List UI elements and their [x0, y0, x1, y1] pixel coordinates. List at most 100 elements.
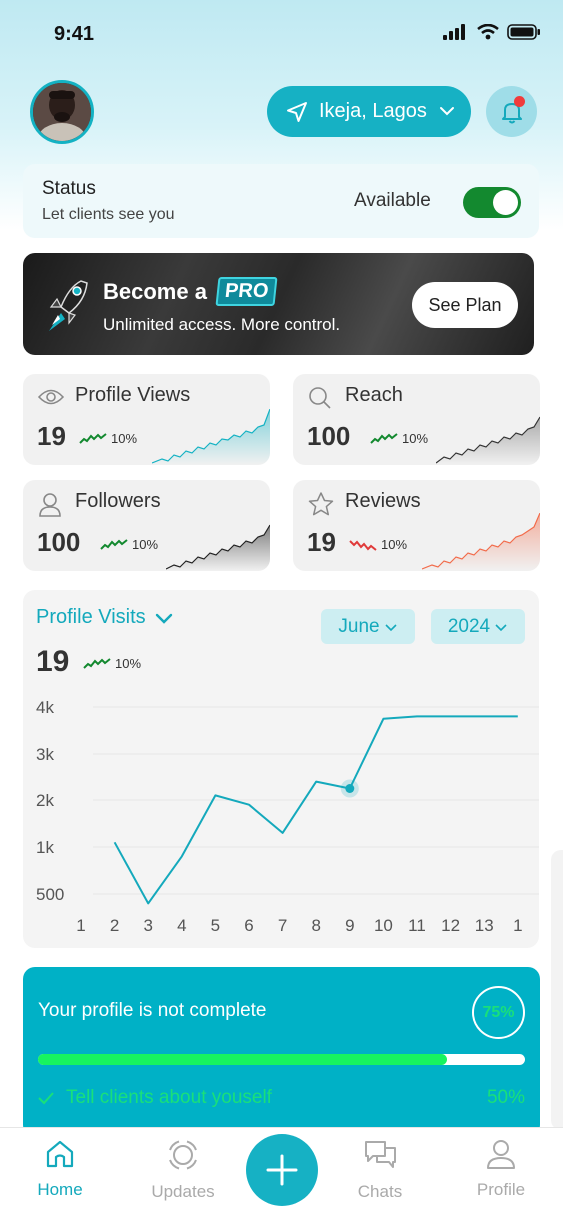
x-tick-label: 3	[143, 916, 152, 935]
x-tick-label: 4	[177, 916, 186, 935]
clock: 9:41	[54, 23, 95, 45]
chat-bubbles-icon	[365, 1141, 396, 1168]
completion-task-percent: 50%	[486, 1087, 525, 1108]
status-bar: 9:41	[0, 0, 563, 70]
profile-completion-card[interactable]: Your profile is not complete 75% Tell cl…	[23, 967, 540, 1137]
star-icon	[308, 492, 334, 516]
stat-trend: 10%	[100, 537, 158, 552]
availability-card: Status Let clients see you Available	[23, 164, 539, 238]
trend-up-icon	[79, 432, 107, 444]
see-plan-button[interactable]: See Plan	[412, 282, 518, 328]
pro-upgrade-banner: Become a PRO Unlimited access. More cont…	[23, 253, 534, 355]
x-tick-label: 8	[311, 916, 320, 935]
location-selector[interactable]: Ikeja, Lagos	[267, 86, 471, 137]
availability-label: Available	[354, 190, 431, 211]
nav-profile[interactable]: Profile	[456, 1138, 546, 1200]
chevron-down-icon	[440, 107, 454, 116]
notifications-button[interactable]	[486, 86, 537, 137]
toggle-knob	[493, 190, 518, 215]
plus-icon	[266, 1154, 298, 1186]
stat-label: Reviews	[345, 490, 421, 512]
status-title: Status	[42, 178, 96, 199]
pro-title-text: Become a	[103, 278, 207, 304]
signal-icon	[443, 24, 465, 40]
stat-card-reviews[interactable]: Reviews 19 10%	[293, 480, 540, 571]
stat-value: 100	[37, 527, 81, 557]
profile-visits-card: Profile Visits June 2024 19 10% 4k 3k 2k 1k…	[23, 590, 539, 948]
pro-subtitle: Unlimited access. More control.	[103, 315, 341, 334]
wifi-icon	[477, 24, 499, 40]
nav-profile-label: Profile	[476, 1180, 526, 1199]
trend-up-icon	[100, 538, 128, 550]
x-tick-label: 1	[513, 916, 522, 935]
sparkline	[166, 524, 270, 571]
avatar[interactable]	[30, 80, 94, 144]
notification-dot	[514, 96, 525, 107]
stat-value: 100	[307, 421, 351, 451]
nav-chats[interactable]: Chats	[335, 1138, 425, 1202]
rocket-icon	[49, 280, 88, 331]
availability-toggle[interactable]	[463, 187, 521, 218]
highlight-point	[345, 784, 355, 793]
user-icon	[39, 493, 61, 517]
stat-trend: 10%	[370, 431, 428, 446]
add-button[interactable]	[246, 1134, 318, 1206]
stat-value: 19	[307, 527, 336, 557]
stat-trend-value: 10%	[111, 431, 138, 446]
navigation-arrow-icon	[287, 101, 307, 122]
nav-updates[interactable]: Updates	[138, 1138, 228, 1202]
completion-progress-fill	[38, 1054, 448, 1065]
system-icons	[443, 24, 541, 40]
trend-up-icon	[370, 432, 398, 444]
search-icon	[309, 387, 331, 409]
battery-icon	[507, 24, 540, 40]
nav-home-label: Home	[37, 1180, 83, 1199]
completion-percent-badge: 75%	[472, 986, 525, 1039]
sparkline	[152, 409, 270, 465]
stat-trend: 10%	[349, 537, 407, 552]
stat-card-profile-views[interactable]: Profile Views 19 10%	[23, 374, 270, 465]
visits-line-chart[interactable]: 4k3k2k1k5001 2 3 4 5 6 7 8 9 10 11 12 13 1	[23, 590, 539, 948]
stat-label: Profile Views	[75, 384, 191, 406]
updates-icon	[169, 1140, 197, 1170]
side-drawer-handle[interactable]	[551, 850, 563, 1130]
nav-chats-label: Chats	[357, 1182, 403, 1201]
stat-label: Reach	[345, 384, 403, 406]
sparkline	[422, 513, 540, 571]
location-label: Ikeja, Lagos	[319, 100, 427, 122]
x-tick-label: 13	[475, 916, 494, 935]
check-icon	[38, 1092, 54, 1105]
stat-trend-value: 10%	[381, 537, 408, 552]
x-tick-label: 2	[110, 916, 119, 935]
pro-badge: PRO	[215, 277, 278, 306]
x-tick-label: 7	[278, 916, 287, 935]
y-tick-label: 1k	[36, 838, 54, 857]
pro-title: Become a PRO	[103, 277, 278, 306]
profile-icon	[487, 1140, 515, 1169]
completion-task[interactable]: Tell clients about youself	[38, 1087, 272, 1109]
trend-down-icon	[349, 539, 377, 551]
sparkline	[436, 416, 540, 465]
y-tick-label: 2k	[36, 791, 54, 810]
y-tick-label: 4k	[36, 698, 54, 717]
nav-home[interactable]: Home	[15, 1138, 105, 1200]
y-tick-label: 3k	[36, 745, 54, 764]
x-tick-label: 5	[211, 916, 220, 935]
stat-trend-value: 10%	[402, 431, 429, 446]
stat-card-reach[interactable]: Reach 100 10%	[293, 374, 540, 465]
x-tick-label: 6	[244, 916, 253, 935]
stat-trend-value: 10%	[132, 537, 159, 552]
stat-card-followers[interactable]: Followers 100 10%	[23, 480, 270, 571]
x-tick-label: 12	[441, 916, 460, 935]
x-tick-label: 9	[345, 916, 354, 935]
stat-value: 19	[37, 421, 66, 451]
completion-title: Your profile is not complete	[38, 1000, 267, 1021]
stat-label: Followers	[75, 490, 161, 512]
stat-trend: 10%	[79, 431, 137, 446]
x-tick-label: 1	[76, 916, 85, 935]
eye-icon	[38, 389, 64, 405]
status-subtitle: Let clients see you	[42, 206, 175, 223]
completion-progress-bar	[38, 1054, 525, 1065]
completion-task-label: Tell clients about youself	[66, 1087, 272, 1108]
x-tick-label: 11	[408, 916, 426, 935]
